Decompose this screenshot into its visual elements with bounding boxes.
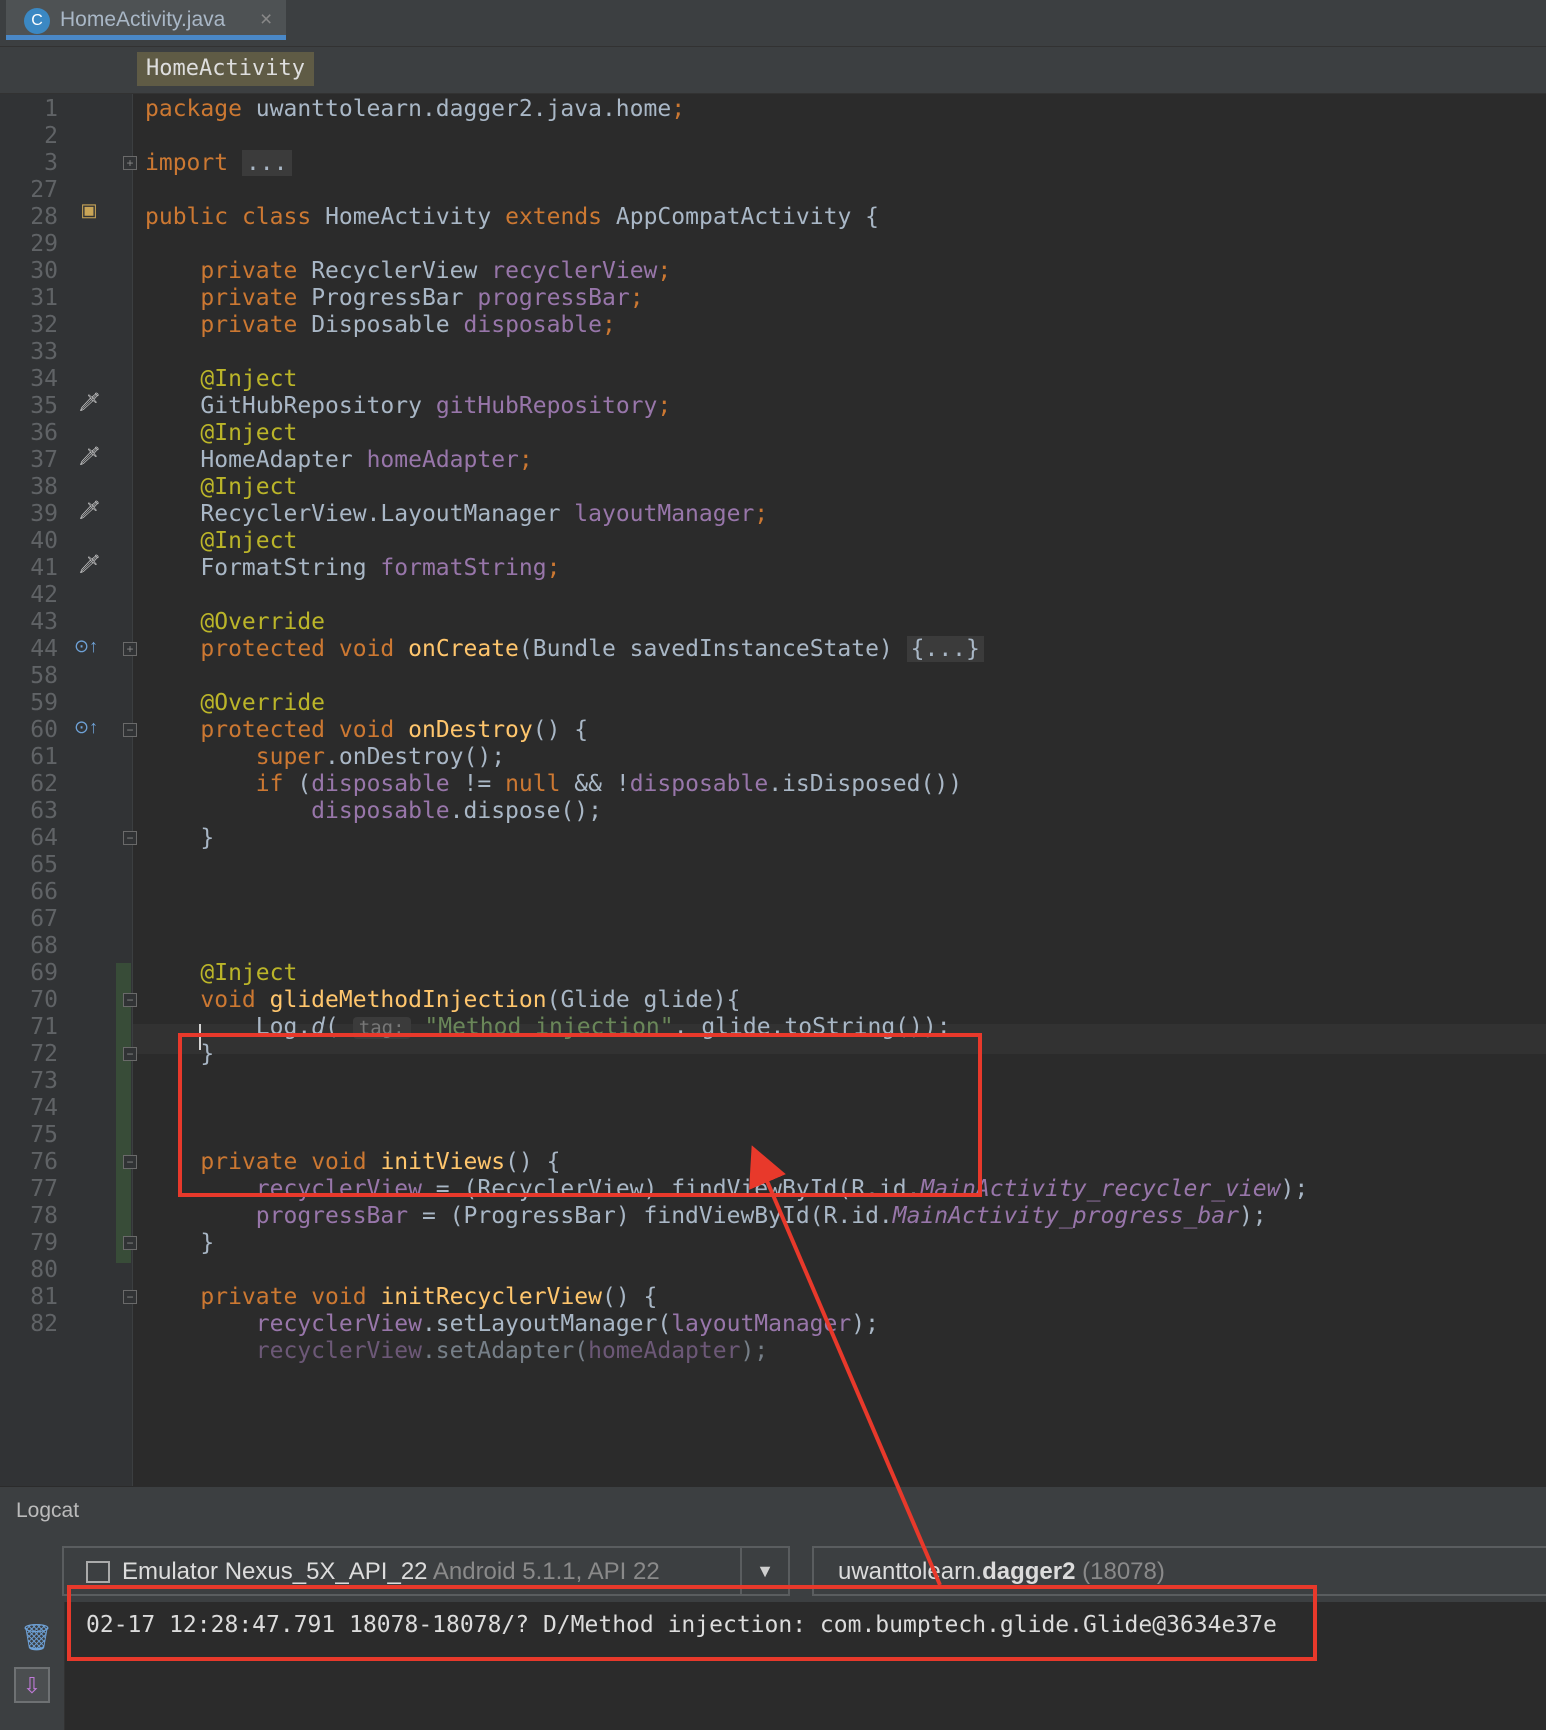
class-icon: C <box>24 8 50 34</box>
fold-end-icon[interactable]: − <box>123 1047 137 1061</box>
logcat-side-toolbar: 🗑 ⇩ <box>0 1602 65 1730</box>
override-method-icon[interactable]: ⊙↑ <box>74 716 98 738</box>
fold-collapse-icon[interactable]: − <box>123 1290 137 1304</box>
code-line: 28 public class HomeActivity extends AppC… <box>30 204 879 230</box>
code-line: 79 } <box>30 1230 215 1256</box>
trash-icon[interactable]: 🗑 <box>20 1622 53 1653</box>
code-line: 40 @Inject <box>30 528 298 554</box>
process-name: dagger2 <box>982 1558 1076 1585</box>
code-line: 64 } <box>30 825 215 851</box>
dagger-injection-icon[interactable]: 🗡 <box>78 445 101 467</box>
code-line: 27 <box>30 177 58 203</box>
breadcrumb[interactable]: HomeActivity <box>137 52 314 86</box>
code-line: 68 <box>30 933 58 959</box>
code-line: recyclerView.setAdapter(homeAdapter); <box>255 1338 769 1364</box>
close-icon[interactable]: × <box>260 8 272 32</box>
dagger-injection-icon[interactable]: 🗡 <box>78 499 101 521</box>
fold-collapse-icon[interactable]: − <box>123 1155 137 1169</box>
code-line: 70 void glideMethodInjection(Glide glide… <box>30 987 741 1013</box>
code-line: 35 GitHubRepository gitHubRepository; <box>30 393 672 419</box>
fold-expand-icon[interactable]: + <box>123 156 137 170</box>
device-icon <box>86 1561 110 1583</box>
code-line: 42 <box>30 582 58 608</box>
android-class-icon[interactable]: ▣ <box>78 199 100 221</box>
logcat-panel-header: Logcat <box>0 1486 1546 1533</box>
fold-collapse-icon[interactable]: − <box>123 993 137 1007</box>
code-line: 34 @Inject <box>30 366 298 392</box>
import-fold[interactable]: ... <box>241 150 292 176</box>
tab-label: HomeActivity.java <box>60 8 226 31</box>
code-line: 39 RecyclerView.LayoutManager layoutMana… <box>30 501 769 527</box>
code-line: 33 <box>30 339 58 365</box>
process-pid: (18078) <box>1075 1558 1165 1585</box>
code-line: 36 @Inject <box>30 420 298 446</box>
code-line: 81 private void initRecyclerView() { <box>30 1284 658 1310</box>
editor-tab-bar: C HomeActivity.java × <box>0 0 1546 47</box>
code-line: 37 HomeAdapter homeAdapter; <box>30 447 533 473</box>
method-fold[interactable]: {...} <box>906 636 984 662</box>
breadcrumb-bar: HomeActivity <box>0 47 1546 94</box>
code-line: 32 private Disposable disposable; <box>30 312 616 338</box>
code-editor[interactable]: 1 package uwanttolearn.dagger2.java.home;… <box>0 94 1546 1486</box>
scroll-to-end-icon[interactable]: ⇩ <box>14 1667 50 1703</box>
highlight-box-code <box>178 1033 982 1197</box>
code-line: 58 <box>30 663 58 689</box>
fold-end-icon[interactable]: − <box>123 1236 137 1250</box>
code-line: 3 import ... <box>0 148 1546 178</box>
code-line: 82 recyclerView.setLayoutManager(layoutM… <box>30 1311 879 1337</box>
override-method-icon[interactable]: ⊙↑ <box>74 635 98 657</box>
dagger-injection-icon[interactable]: 🗡 <box>78 553 101 575</box>
dagger-injection-icon[interactable]: 🗡 <box>78 391 101 413</box>
code-line: 31 private ProgressBar progressBar; <box>30 285 644 311</box>
code-line: 62 if (disposable != null && !disposable… <box>30 771 963 797</box>
code-line: 41 FormatString formatString; <box>30 555 561 581</box>
code-line: 44 protected void onCreate(Bundle savedI… <box>0 634 1546 664</box>
highlight-box-log <box>67 1585 1317 1661</box>
process-package: uwanttolearn. <box>838 1558 983 1585</box>
code-line: 63 disposable.dispose(); <box>30 798 602 824</box>
code-line: 67 <box>30 906 58 932</box>
code-line: 1 package uwanttolearn.dagger2.java.home; <box>44 96 686 122</box>
code-line: 80 <box>30 1257 58 1283</box>
device-detail: Android 5.1.1, API 22 <box>427 1558 660 1585</box>
code-line: 78 progressBar = (ProgressBar) findViewB… <box>30 1203 1267 1229</box>
logcat-title: Logcat <box>16 1499 80 1522</box>
code-line: 38 @Inject <box>30 474 298 500</box>
code-line: 60 protected void onDestroy() { <box>30 717 589 743</box>
code-line: 69 @Inject <box>30 960 298 986</box>
code-line: 66 <box>30 879 58 905</box>
fold-collapse-icon[interactable]: − <box>123 723 137 737</box>
code-line: 61 super.onDestroy(); <box>30 744 506 770</box>
code-line: 59 @Override <box>30 690 326 716</box>
code-line: 43 @Override <box>30 609 326 635</box>
tab-homeactivity[interactable]: C HomeActivity.java × <box>6 0 286 40</box>
fold-expand-icon[interactable]: + <box>123 642 137 656</box>
device-name: Emulator Nexus_5X_API_22 <box>122 1558 428 1585</box>
code-line: 65 <box>30 852 58 878</box>
code-line: 30 private RecyclerView recyclerView; <box>30 258 672 284</box>
fold-end-icon[interactable]: − <box>123 831 137 845</box>
code-line: 29 <box>30 231 58 257</box>
code-line: 2 <box>44 123 58 149</box>
